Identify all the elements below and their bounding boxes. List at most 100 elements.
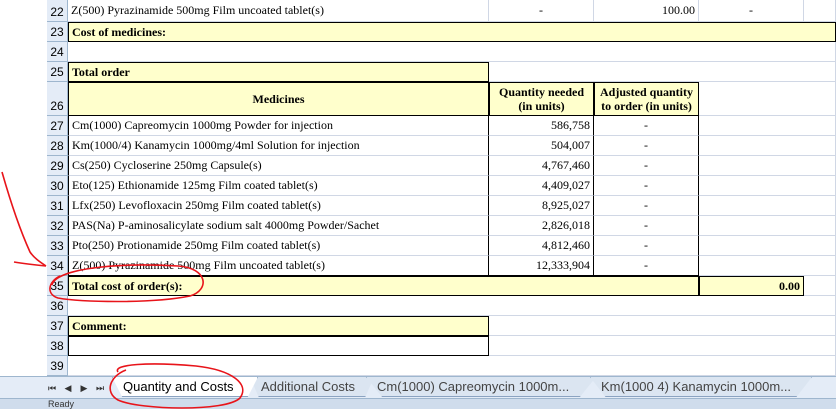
cell-empty[interactable]: [699, 136, 836, 156]
next-sheet-icon[interactable]: ▶: [78, 383, 90, 394]
tab-kanamycin[interactable]: Km(1000 4) Kanamycin 1000m...: [590, 377, 812, 397]
status-bar: Ready: [0, 398, 836, 409]
table-row: 29 Cs(250) Cycloserine 250mg Capsule(s) …: [0, 156, 836, 176]
medicine-name-cell[interactable]: Pto(250) Protionamide 250mg Film coated …: [68, 236, 489, 256]
table-row: 28 Km(1000/4) Kanamycin 1000mg/4ml Solut…: [0, 136, 836, 156]
medicine-name-cell[interactable]: Km(1000/4) Kanamycin 1000mg/4ml Solution…: [68, 136, 489, 156]
row-header[interactable]: 24: [47, 42, 68, 62]
row-header[interactable]: 28: [47, 136, 68, 156]
adjusted-quantity-cell[interactable]: -: [594, 196, 699, 216]
cell-value[interactable]: -: [699, 0, 804, 22]
table-row: 33 Pto(250) Protionamide 250mg Film coat…: [0, 236, 836, 256]
medicine-name-cell[interactable]: Lfx(250) Levofloxacin 250mg Film coated …: [68, 196, 489, 216]
cell-empty[interactable]: [699, 216, 836, 236]
row-header[interactable]: 31: [47, 196, 68, 216]
spreadsheet-grid[interactable]: 22 Z(500) Pyrazinamide 500mg Film uncoat…: [0, 0, 836, 376]
table-row: 27 Cm(1000) Capreomycin 1000mg Powder fo…: [0, 116, 836, 136]
cell-value[interactable]: 100.00: [594, 0, 699, 22]
row-header[interactable]: 22: [47, 0, 68, 22]
quantity-needed-cell[interactable]: 12,333,904: [489, 256, 594, 276]
quantity-needed-cell[interactable]: 4,767,460: [489, 156, 594, 176]
cell-empty[interactable]: [699, 156, 836, 176]
cell-empty[interactable]: [699, 176, 836, 196]
row-header[interactable]: 39: [47, 356, 68, 376]
adjusted-quantity-cell[interactable]: -: [594, 156, 699, 176]
tab-capreomycin[interactable]: Cm(1000) Capreomycin 1000m...: [366, 377, 596, 397]
comment-input-cell[interactable]: [68, 336, 489, 356]
adjusted-quantity-cell[interactable]: -: [594, 216, 699, 236]
table-row: 31 Lfx(250) Levofloxacin 250mg Film coat…: [0, 196, 836, 216]
table-row: 34 Z(500) Pyrazinamide 500mg Film uncoat…: [0, 256, 836, 276]
cell-empty[interactable]: [68, 296, 836, 316]
last-sheet-icon[interactable]: ⏭: [94, 383, 106, 394]
adjusted-quantity-header[interactable]: Adjusted quantity to order (in units): [594, 82, 699, 116]
cell-empty[interactable]: [699, 82, 836, 116]
row-header[interactable]: 26: [47, 82, 68, 116]
medicines-header[interactable]: Medicines: [68, 82, 489, 116]
cell-empty[interactable]: [804, 0, 836, 22]
row-23: 23 Cost of medicines:: [0, 22, 836, 42]
row-header[interactable]: 29: [47, 156, 68, 176]
adjusted-quantity-cell[interactable]: -: [594, 236, 699, 256]
cell-empty[interactable]: [489, 62, 836, 82]
first-sheet-icon[interactable]: ⏮: [46, 383, 58, 394]
quantity-needed-cell[interactable]: 8,925,027: [489, 196, 594, 216]
cell-empty[interactable]: [699, 236, 836, 256]
cost-of-medicines-label[interactable]: Cost of medicines:: [68, 22, 836, 42]
row-36: 36: [0, 296, 836, 316]
tab-navigation: ⏮ ◀ ▶ ⏭: [46, 379, 112, 397]
adjusted-quantity-cell[interactable]: -: [594, 116, 699, 136]
medicine-name-cell[interactable]: PAS(Na) P-aminosalicylate sodium salt 40…: [68, 216, 489, 236]
tab-quantity-and-costs[interactable]: Quantity and Costs: [112, 377, 258, 397]
medicine-name-cell[interactable]: Cm(1000) Capreomycin 1000mg Powder for i…: [68, 116, 489, 136]
quantity-needed-cell[interactable]: 4,812,460: [489, 236, 594, 256]
cell-empty[interactable]: [68, 356, 836, 376]
row-24: 24: [0, 42, 836, 62]
quantity-needed-cell[interactable]: 4,409,027: [489, 176, 594, 196]
cell-empty[interactable]: [699, 116, 836, 136]
row-header[interactable]: 33: [47, 236, 68, 256]
medicine-name-cell[interactable]: Z(500) Pyrazinamide 500mg Film uncoated …: [68, 256, 489, 276]
cell-empty[interactable]: [489, 336, 836, 356]
quantity-needed-header[interactable]: Quantity needed (in units): [489, 82, 594, 116]
row-header[interactable]: 27: [47, 116, 68, 136]
row-header[interactable]: 30: [47, 176, 68, 196]
row-39: 39: [0, 356, 836, 376]
row-header[interactable]: 23: [47, 22, 68, 42]
cell-empty[interactable]: [804, 276, 836, 296]
cell-empty[interactable]: [489, 316, 836, 336]
status-text: Ready: [48, 399, 75, 409]
medicine-name-cell[interactable]: Eto(125) Ethionamide 125mg Film coated t…: [68, 176, 489, 196]
table-row: 32 PAS(Na) P-aminosalicylate sodium salt…: [0, 216, 836, 236]
cell-empty[interactable]: [699, 196, 836, 216]
cell-medicine-name[interactable]: Z(500) Pyrazinamide 500mg Film uncoated …: [68, 0, 489, 22]
quantity-needed-cell[interactable]: 504,007: [489, 136, 594, 156]
adjusted-quantity-cell[interactable]: -: [594, 176, 699, 196]
row-22: 22 Z(500) Pyrazinamide 500mg Film uncoat…: [0, 0, 836, 22]
cell-empty[interactable]: [68, 42, 836, 62]
cell-empty[interactable]: [699, 256, 836, 276]
adjusted-quantity-cell[interactable]: -: [594, 136, 699, 156]
medicine-name-cell[interactable]: Cs(250) Cycloserine 250mg Capsule(s): [68, 156, 489, 176]
row-header[interactable]: 34: [47, 256, 68, 276]
table-row: 30 Eto(125) Ethionamide 125mg Film coate…: [0, 176, 836, 196]
total-cost-value[interactable]: 0.00: [699, 276, 804, 296]
prev-sheet-icon[interactable]: ◀: [62, 383, 74, 394]
row-header[interactable]: 36: [47, 296, 68, 316]
quantity-needed-cell[interactable]: 2,826,018: [489, 216, 594, 236]
total-order-label[interactable]: Total order: [68, 62, 489, 82]
row-38: 38: [0, 336, 836, 356]
row-header[interactable]: 38: [47, 336, 68, 356]
row-header[interactable]: 37: [47, 316, 68, 336]
tab-additional-costs[interactable]: Additional Costs: [250, 377, 374, 397]
row-header[interactable]: 32: [47, 216, 68, 236]
row-25: 25 Total order: [0, 62, 836, 82]
row-header[interactable]: 25: [47, 62, 68, 82]
row-37: 37 Comment:: [0, 316, 836, 336]
total-cost-label[interactable]: Total cost of order(s):: [68, 276, 699, 296]
comment-label[interactable]: Comment:: [68, 316, 489, 336]
quantity-needed-cell[interactable]: 586,758: [489, 116, 594, 136]
cell-value[interactable]: -: [489, 0, 594, 22]
row-header[interactable]: 35: [47, 276, 68, 296]
adjusted-quantity-cell[interactable]: -: [594, 256, 699, 276]
